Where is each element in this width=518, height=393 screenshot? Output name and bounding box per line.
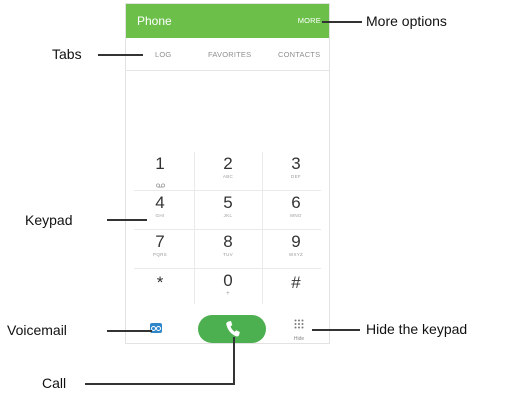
voicemail-button[interactable] [150,323,162,333]
app-bar: Phone MORE [126,4,329,38]
key-0[interactable]: 0 + [194,272,262,306]
callout-more-options: More options [366,13,447,29]
key-digit: 7 [155,232,165,251]
keypad-divider [134,190,321,191]
key-letters: ABC [222,174,234,179]
call-button[interactable] [198,315,266,343]
key-digit: 9 [291,232,301,251]
key-digit: * [156,273,164,292]
key-3[interactable]: 3 DEF [262,155,330,189]
callout-line [107,330,152,332]
key-letters: JKL [223,213,233,218]
callout-voicemail: Voicemail [7,322,67,338]
key-letters: DEF [291,174,301,179]
tab-bar: LOG FAVORITES CONTACTS [126,38,329,71]
key-hash[interactable]: # [262,272,330,306]
key-5[interactable]: 5 JKL [194,194,262,228]
callout-line [233,337,235,384]
tab-favorites[interactable]: FAVORITES [208,50,251,59]
callout-line [98,54,143,56]
key-1[interactable]: 1 [126,155,194,189]
callout-tabs: Tabs [52,46,82,62]
app-title: Phone [137,14,172,28]
key-letters: TUV [223,252,233,257]
callout-line [85,383,235,385]
key-digit: 3 [291,154,301,173]
hide-keypad-button[interactable]: Hide [284,316,314,342]
tab-log[interactable]: LOG [155,50,171,59]
key-digit: # [291,273,301,292]
key-digit: 6 [291,193,301,212]
phone-icon [226,321,240,337]
key-letters: MNO [290,213,302,218]
dialpad-icon [294,319,304,329]
key-7[interactable]: 7 PQRS [126,233,194,267]
key-digit: 8 [223,232,233,251]
callout-hide-keypad: Hide the keypad [366,321,468,337]
key-4[interactable]: 4 GHI [126,194,194,228]
key-letters: + [226,291,230,297]
tab-contacts[interactable]: CONTACTS [278,50,320,59]
key-digit: 0 [223,271,233,290]
keypad-divider [134,229,321,230]
key-digit: 5 [223,193,233,212]
key-letters: PQRS [153,252,167,257]
key-9[interactable]: 9 WXYZ [262,233,330,267]
hide-label: Hide [293,336,305,342]
key-6[interactable]: 6 MNO [262,194,330,228]
key-digit: 4 [155,193,165,212]
phone-screen: Phone MORE LOG FAVORITES CONTACTS 1 2 AB… [125,3,330,344]
key-2[interactable]: 2 ABC [194,155,262,189]
callout-line [312,329,360,331]
more-button[interactable]: MORE [298,16,321,25]
callout-line [322,21,362,23]
callout-keypad: Keypad [25,212,73,228]
bottom-bar: Hide [126,312,329,344]
keypad-divider [134,268,321,269]
callout-call: Call [42,375,67,391]
key-digit: 1 [155,154,165,173]
key-letters: WXYZ [288,252,304,257]
key-digit: 2 [223,154,233,173]
voicemail-icon [155,175,165,188]
callout-line [107,219,147,221]
key-star[interactable]: * [126,272,194,306]
key-8[interactable]: 8 TUV [194,233,262,267]
